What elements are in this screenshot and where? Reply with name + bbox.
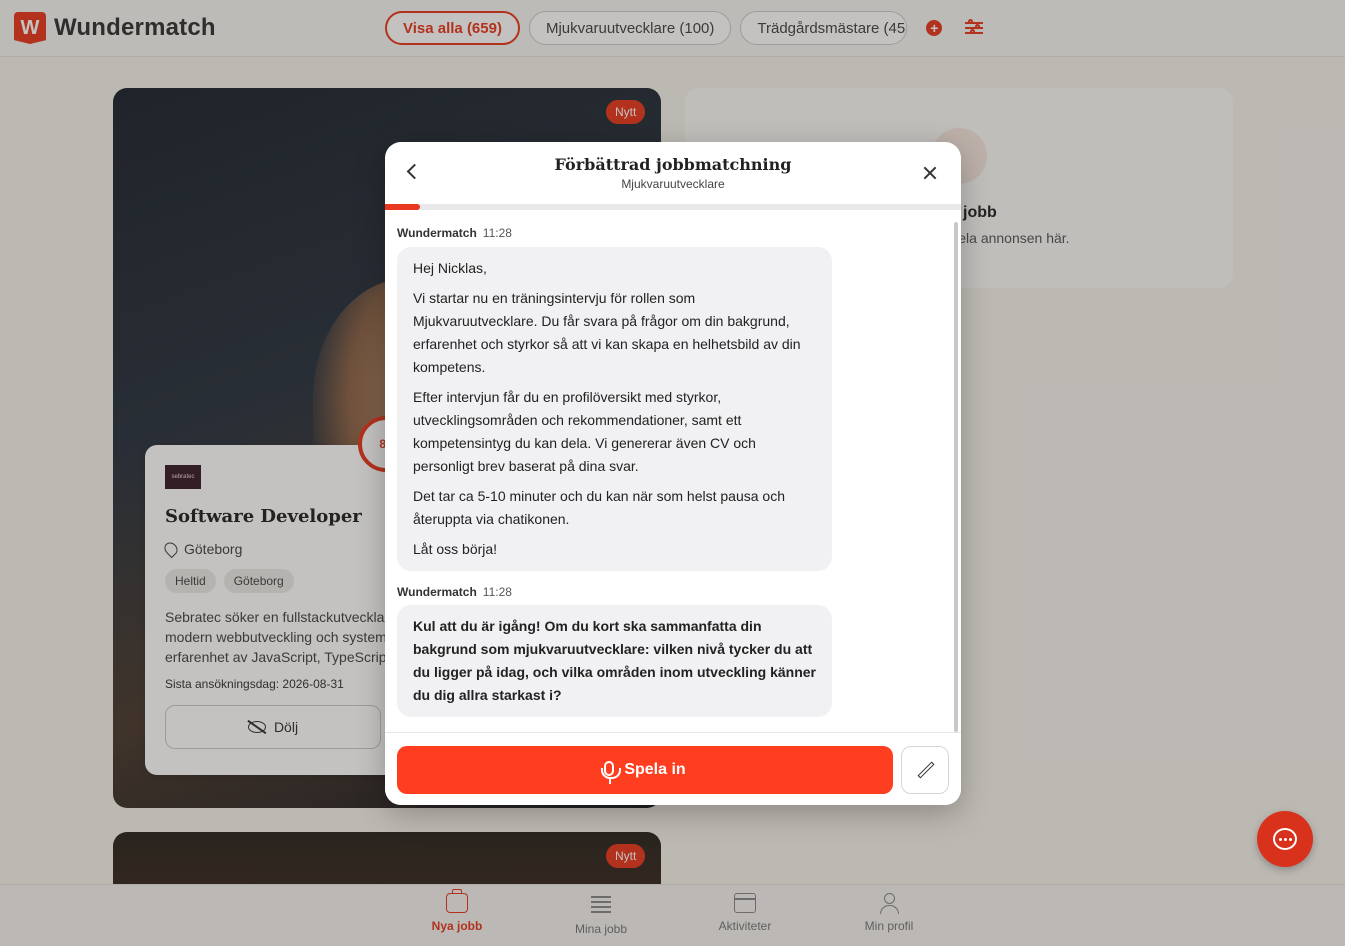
record-button[interactable]: Spela in — [397, 746, 893, 794]
pencil-icon — [917, 761, 935, 779]
message-sender: Wundermatch — [397, 226, 477, 240]
modal-subtitle: Mjukvaruutvecklare — [621, 177, 725, 191]
microphone-icon — [601, 760, 622, 784]
chat-button[interactable] — [1257, 811, 1313, 867]
modal-footer: Spela in — [385, 732, 961, 805]
message-sender: Wundermatch — [397, 585, 477, 599]
chat-bubble-icon — [1273, 828, 1297, 850]
message-bubble-question: Kul att du är igång! Om du kort ska samm… — [397, 605, 832, 717]
message-meta: Wundermatch 11:28 — [397, 585, 512, 599]
interview-modal: Förbättrad jobbmatchning Mjukvaruutveckl… — [385, 142, 961, 805]
message-paragraph: Låt oss börja! — [413, 541, 498, 557]
chat-scrollbar[interactable] — [954, 222, 958, 732]
modal-title: Förbättrad jobbmatchning — [554, 155, 792, 174]
message-paragraph: Hej Nicklas, — [413, 260, 487, 276]
message-meta: Wundermatch 11:28 — [397, 226, 512, 240]
close-icon[interactable] — [921, 164, 939, 182]
message-paragraph: Vi startar nu en träningsintervju för ro… — [413, 290, 801, 375]
message-time: 11:28 — [482, 585, 512, 599]
message-paragraph: Kul att du är igång! Om du kort ska samm… — [413, 618, 816, 703]
modal-header: Förbättrad jobbmatchning Mjukvaruutveckl… — [385, 142, 961, 204]
message-time: 11:28 — [482, 226, 512, 240]
message-paragraph: Det tar ca 5-10 minuter och du kan när s… — [413, 488, 785, 527]
write-answer-button[interactable] — [901, 746, 949, 794]
message-bubble: Hej Nicklas, Vi startar nu en träningsin… — [397, 247, 832, 571]
message-paragraph: Efter intervjun får du en profilöversikt… — [413, 389, 756, 474]
record-button-label: Spela in — [624, 761, 686, 778]
chat-messages[interactable]: Wundermatch 11:28 Hej Nicklas, Vi startar… — [385, 210, 961, 732]
